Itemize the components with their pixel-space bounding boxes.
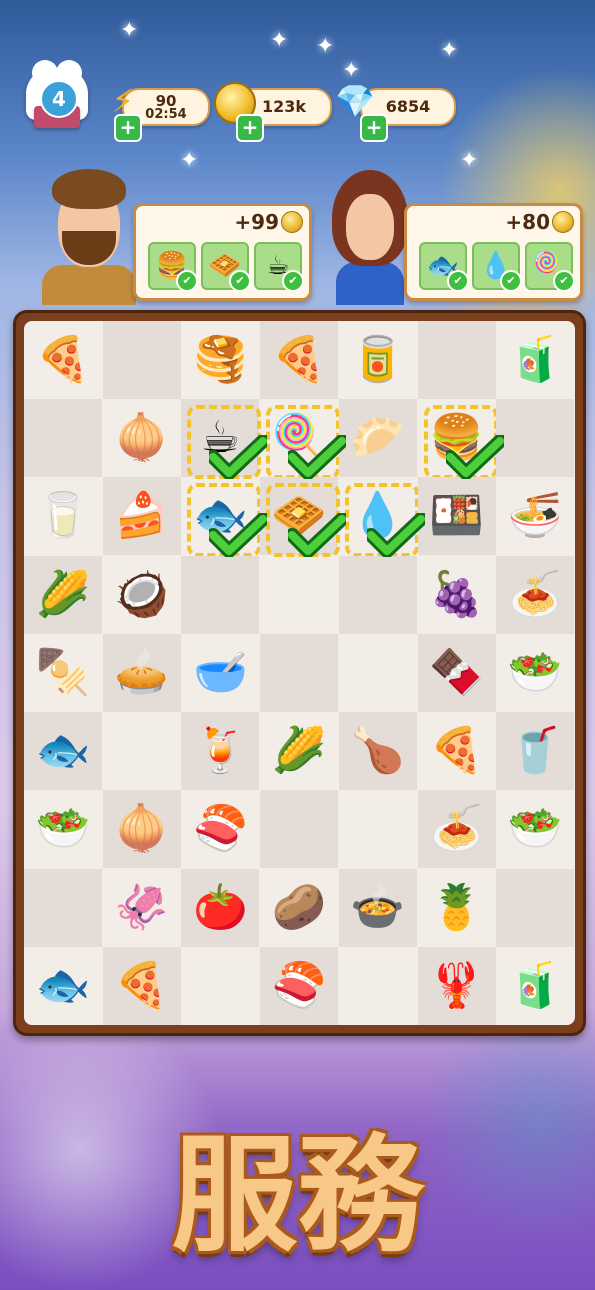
order-reward: +80 — [505, 210, 550, 234]
food-item[interactable]: 🍝 — [418, 790, 496, 868]
check-icon — [209, 513, 268, 558]
food-item[interactable]: 🧃 — [496, 947, 574, 1025]
food-item[interactable]: 🍹 — [181, 712, 259, 790]
sparkle-icon: ✦ — [180, 148, 199, 173]
sparkle-icon: ✦ — [460, 148, 479, 173]
board-cell[interactable] — [102, 321, 181, 399]
board-cell[interactable] — [103, 712, 181, 790]
food-item[interactable]: 🧃 — [496, 321, 574, 399]
order-card-man[interactable]: +99 🍔 ✔ 🧇 ✔ ☕ ✔ — [133, 203, 312, 301]
check-icon: ✔ — [553, 270, 575, 292]
sparkle-icon: ✦ — [270, 28, 289, 53]
food-item[interactable]: 🥥 — [103, 556, 181, 634]
food-item[interactable]: 🥧 — [103, 634, 181, 712]
level-number: 4 — [40, 80, 78, 118]
food-item[interactable]: 🍕 — [260, 321, 338, 399]
add-coins-button[interactable]: + — [236, 114, 264, 142]
food-item[interactable]: 🍱 — [418, 477, 496, 555]
board-grid: 🍕 🥞 🍕 🥫 🧃 🧅 ☕ 🍭 🥟 🍔 🥛 🍰 🐟 🧇 💧 🍱 🍜 🌽 🥥 🍇 🍝 🍢 🥧 🥣 🍫 🥗 🐟 🍹 🌽 🍗 🍕 🥤 🥗 🧅 🍣 🍝 🥗 🦑 🍅 🥔… — [24, 321, 575, 1025]
food-item[interactable]: 🥗 — [496, 634, 574, 712]
board-cell[interactable] — [260, 790, 339, 869]
burger-icon: 🍔 ✔ — [148, 242, 198, 292]
customer-man-avatar[interactable] — [34, 165, 144, 305]
food-item[interactable]: 🥛 — [24, 477, 102, 555]
food-item[interactable]: 🐟 — [24, 712, 102, 790]
sparkle-icon: ✦ — [342, 58, 361, 83]
food-item[interactable]: 🍢 — [24, 634, 102, 712]
banner-title: 服務 — [171, 1121, 424, 1269]
grilled-fish-icon: 🐟 ✔ — [419, 242, 469, 292]
food-item[interactable]: 🥣 — [181, 634, 259, 712]
check-icon: ✔ — [229, 270, 251, 292]
check-icon — [366, 513, 425, 558]
food-item[interactable]: 🥗 — [496, 790, 574, 868]
food-item[interactable]: 🍇 — [418, 556, 496, 634]
board-cell[interactable] — [496, 399, 575, 478]
board-cell[interactable] — [339, 947, 417, 1025]
check-icon: ✔ — [282, 270, 304, 292]
board-cell[interactable] — [260, 556, 338, 634]
food-item[interactable]: 🦑 — [103, 869, 181, 947]
check-icon: ✔ — [176, 270, 198, 292]
check-icon — [445, 435, 504, 480]
board-cell[interactable] — [338, 555, 417, 634]
board-cell[interactable] — [417, 321, 496, 399]
add-energy-button[interactable]: + — [114, 114, 142, 142]
food-item[interactable]: 🍲 — [339, 869, 417, 947]
food-item[interactable]: 🥤 — [496, 712, 574, 790]
waffle-icon: 🧇 ✔ — [201, 242, 251, 292]
board-cell[interactable] — [24, 399, 102, 478]
coin-icon — [552, 211, 574, 233]
board-cell[interactable] — [260, 633, 339, 712]
food-item[interactable]: 🐟 — [24, 947, 102, 1025]
food-item[interactable]: 🧅 — [103, 790, 181, 868]
board-cell[interactable] — [339, 790, 417, 868]
sparkle-icon: ✦ — [440, 38, 459, 63]
order-card-woman[interactable]: +80 🐟 ✔ 💧 ✔ 🍭 ✔ — [404, 203, 583, 301]
add-gems-button[interactable]: + — [360, 114, 388, 142]
coin-icon — [281, 211, 303, 233]
food-item[interactable]: 🦞 — [418, 947, 496, 1025]
tea-icon: ☕ ✔ — [254, 242, 304, 292]
board-cell[interactable] — [24, 868, 102, 947]
board-cell[interactable] — [339, 634, 417, 712]
food-item[interactable]: 🍕 — [24, 321, 102, 399]
chef-level-badge[interactable]: 4 — [20, 60, 94, 130]
food-item[interactable]: 🍝 — [496, 556, 574, 634]
popsicle-icon: 🍭 ✔ — [525, 242, 575, 292]
food-item[interactable]: 🌽 — [24, 556, 102, 634]
order-reward: +99 — [234, 210, 279, 234]
food-item[interactable]: 🥟 — [339, 399, 417, 477]
board-cell[interactable] — [181, 947, 259, 1025]
food-item[interactable]: 🧅 — [103, 399, 181, 477]
food-item[interactable]: 🍗 — [339, 712, 417, 790]
food-item[interactable]: 🍕 — [418, 712, 496, 790]
check-icon — [288, 513, 347, 558]
food-item[interactable]: 🍕 — [103, 947, 181, 1025]
food-item[interactable]: 🥫 — [339, 321, 417, 399]
food-item[interactable]: 🍰 — [103, 477, 181, 555]
water-bottle-icon: 💧 ✔ — [472, 242, 522, 292]
food-item[interactable]: 🥔 — [260, 869, 338, 947]
sparkle-icon: ✦ — [316, 34, 335, 59]
board-cell[interactable] — [496, 868, 575, 947]
food-item[interactable]: 🍫 — [418, 634, 496, 712]
check-icon: ✔ — [500, 270, 522, 292]
customer-woman-avatar[interactable] — [330, 170, 410, 305]
food-item[interactable]: 🥞 — [181, 321, 259, 399]
food-item[interactable]: 🍜 — [496, 477, 574, 555]
check-icon — [209, 435, 268, 480]
check-icon — [288, 435, 347, 480]
board-cell[interactable] — [181, 555, 260, 634]
check-icon: ✔ — [447, 270, 469, 292]
food-item[interactable]: 🥗 — [24, 790, 102, 868]
food-item[interactable]: 🍍 — [418, 869, 496, 947]
merge-board: 🍕 🥞 🍕 🥫 🧃 🧅 ☕ 🍭 🥟 🍔 🥛 🍰 🐟 🧇 💧 🍱 🍜 🌽 🥥 🍇 🍝 🍢 🥧 🥣 🍫 🥗 🐟 🍹 🌽 🍗 🍕 🥤 🥗 🧅 🍣 🍝 🥗 🦑 🍅 🥔… — [13, 310, 586, 1036]
food-item[interactable]: 🍣 — [181, 790, 259, 868]
food-item[interactable]: 🍣 — [260, 947, 338, 1025]
sparkle-icon: ✦ — [120, 18, 139, 43]
food-item[interactable]: 🍅 — [181, 869, 259, 947]
food-item[interactable]: 🌽 — [260, 712, 338, 790]
